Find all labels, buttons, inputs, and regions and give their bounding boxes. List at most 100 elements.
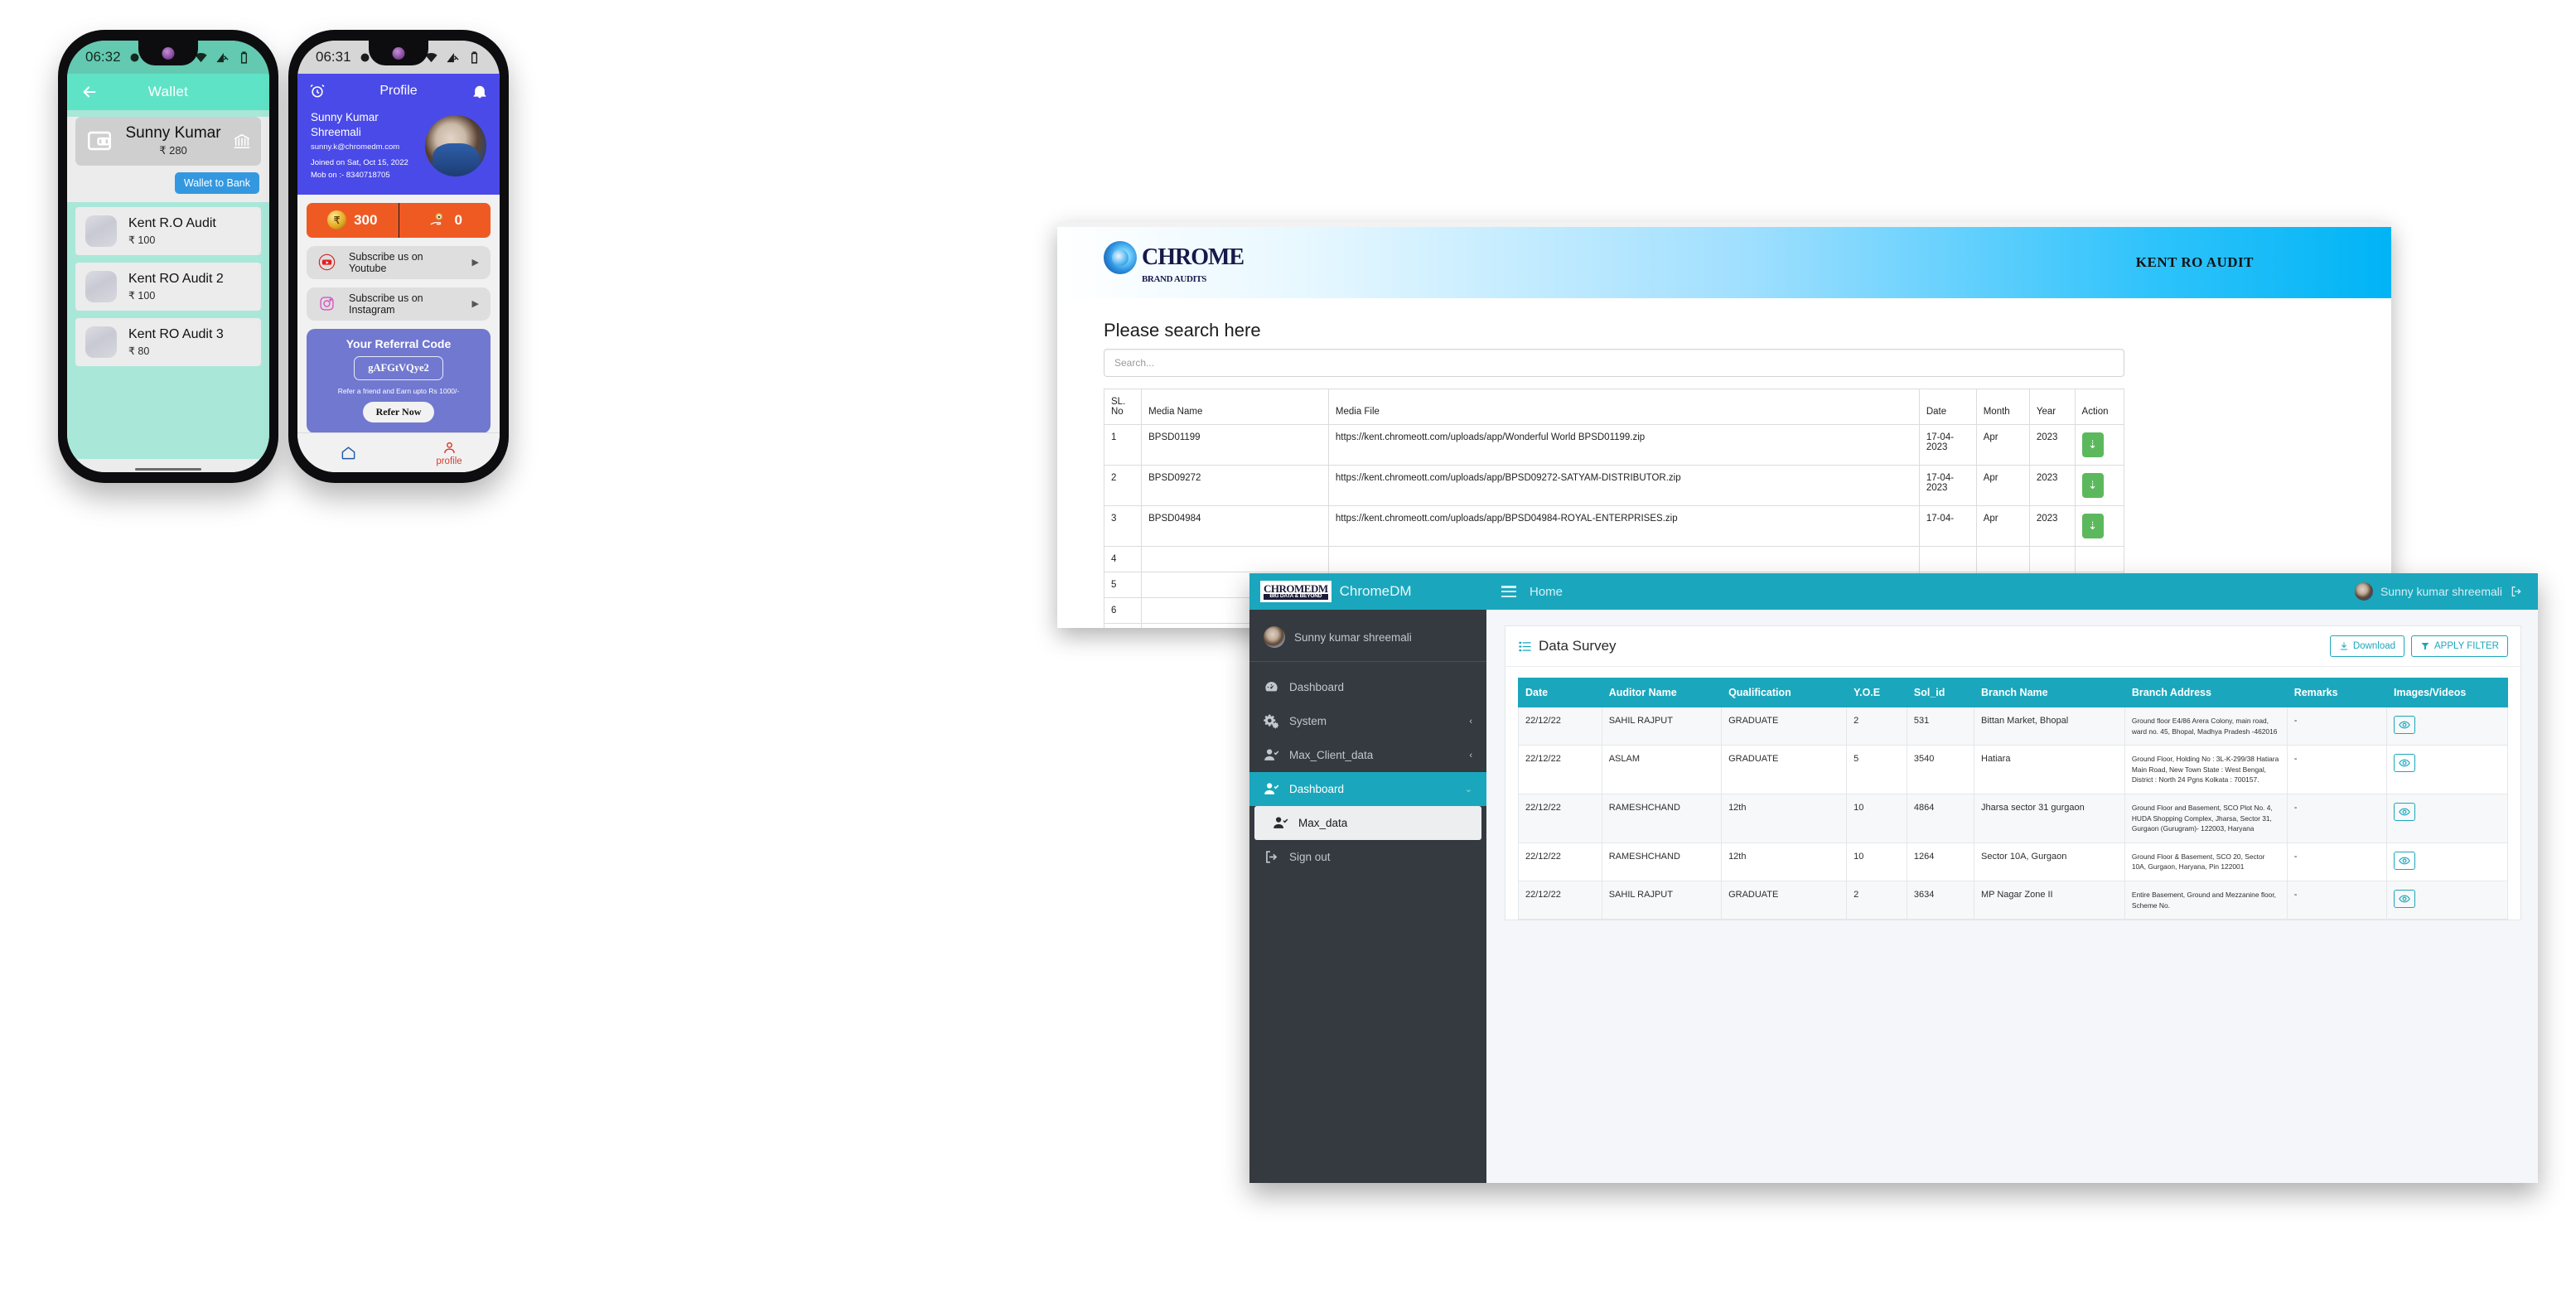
- user-check-icon: [1264, 749, 1279, 760]
- cell-branch-name: MP Nagar Zone II: [1974, 881, 2125, 920]
- profile-stats-bar: ₹ 300 0: [307, 202, 491, 238]
- menu-item-label: Subscribe us on Instagram: [349, 292, 423, 316]
- profile-user-name: Sunny Kumar Shreemali: [311, 111, 379, 139]
- list-item[interactable]: Kent R.O Audit ₹ 100: [75, 206, 261, 255]
- menu-item-instagram[interactable]: Subscribe us on Instagram ▶: [307, 287, 491, 321]
- cell-branch-name: Jharsa sector 31 gurgaon: [1974, 794, 2125, 843]
- dm-content: Data Survey Download APPLY FILTER Date A…: [1486, 610, 2538, 1183]
- cell-yoe: 5: [1846, 745, 1907, 795]
- cell-qualification: 12th: [1721, 842, 1848, 882]
- menu-item-youtube[interactable]: Subscribe us on Youtube ▶: [307, 245, 491, 279]
- bank-icon[interactable]: [233, 132, 251, 150]
- cell-date: 22/12/22: [1518, 842, 1602, 882]
- referral-code-card: Your Referral Code gAFGtVQye2 Refer a fr…: [307, 328, 491, 433]
- page-title: Data Survey: [1539, 638, 1617, 654]
- audit-site-header: CHROME BRAND AUDITS KENT RO AUDIT: [1057, 227, 2391, 298]
- cell-qualification: GRADUATE: [1721, 881, 1848, 920]
- sidebar-item-dashboard-active[interactable]: Dashboard ⌄: [1249, 772, 1486, 806]
- bottom-nav-profile[interactable]: profile: [399, 440, 500, 466]
- logo-row: CHROME: [1104, 241, 1245, 274]
- referral-code-value[interactable]: gAFGtVQye2: [354, 355, 443, 380]
- cell-sl: 3: [1103, 505, 1143, 547]
- cell-yoe: 2: [1846, 706, 1907, 746]
- col-date: Date: [1518, 678, 1602, 707]
- cell-images-videos: [2386, 881, 2508, 920]
- hamburger-icon[interactable]: [1501, 586, 1516, 597]
- sidebar-item-max-data[interactable]: Max_data: [1254, 806, 1481, 840]
- refer-now-button[interactable]: Refer Now: [362, 401, 435, 422]
- logo-mark-bottom: BIG DATA & BEYOND: [1264, 594, 1328, 600]
- dm-user-menu[interactable]: Sunny kumar shreemali: [2354, 582, 2523, 601]
- col-sl-no: SL. No: [1103, 389, 1143, 425]
- wallet-balance-card[interactable]: Sunny Kumar ₹ 280: [75, 117, 261, 166]
- sidebar-item-system[interactable]: System ‹: [1249, 704, 1486, 738]
- eye-icon[interactable]: [2394, 754, 2415, 773]
- coins-stat[interactable]: ₹ 300: [307, 202, 399, 238]
- sign-out-icon[interactable]: [2510, 585, 2523, 598]
- download-label: Download: [2352, 641, 2396, 651]
- avatar: [85, 270, 117, 302]
- rewards-stat[interactable]: 0: [399, 203, 491, 238]
- sidebar-item-max-client-data[interactable]: Max_Client_data ‹: [1249, 738, 1486, 772]
- cell-media-file-link[interactable]: [1327, 546, 1920, 572]
- download-button[interactable]: Download: [2329, 635, 2405, 657]
- cell-date: 17-04-2023: [1918, 465, 1977, 506]
- cell-branch-name: Hatiara: [1974, 745, 2125, 795]
- table-row: 22/12/22 SAHIL RAJPUT GRADUATE 2 531 Bit…: [1518, 706, 2508, 746]
- wallet-to-bank-button[interactable]: Wallet to Bank: [174, 171, 259, 194]
- eye-icon[interactable]: [2394, 803, 2415, 822]
- download-icon[interactable]: ⇣: [2081, 514, 2104, 538]
- list-item[interactable]: Kent RO Audit 2 ₹ 100: [75, 262, 261, 311]
- download-icon[interactable]: ⇣: [2081, 473, 2104, 498]
- cell-qualification: 12th: [1721, 794, 1848, 843]
- sidebar-item-label: Dashboard: [1289, 681, 1345, 693]
- eye-icon[interactable]: [2394, 851, 2415, 870]
- sidebar-item-dashboard[interactable]: Dashboard: [1249, 670, 1486, 704]
- cell-sl: 2: [1103, 465, 1143, 506]
- referral-title: Your Referral Code: [346, 336, 452, 350]
- eye-icon[interactable]: [2394, 890, 2415, 909]
- data-survey-card: Data Survey Download APPLY FILTER Date A…: [1505, 625, 2521, 921]
- audit-browser-window: CHROME BRAND AUDITS KENT RO AUDIT Please…: [1057, 222, 2391, 628]
- cell-remarks: -: [2286, 745, 2388, 795]
- avatar: [2354, 582, 2373, 601]
- cell-media-name: BPSD01199: [1141, 424, 1329, 466]
- sidebar-item-label: Sign out: [1289, 851, 1331, 863]
- chevron-right-icon: ▶: [471, 299, 479, 310]
- sidebar-item-sign-out[interactable]: Sign out: [1249, 840, 1486, 874]
- cell-action: ⇣: [2074, 424, 2125, 466]
- cell-sol-id: 531: [1906, 706, 1975, 746]
- cell-media-file-link[interactable]: https://kent.chromeott.com/uploads/app/B…: [1327, 505, 1920, 547]
- cell-action: ⇣: [2074, 505, 2125, 547]
- chevron-down-icon: ⌄: [1464, 785, 1472, 794]
- col-images-videos: Images/Videos: [2386, 678, 2508, 707]
- apply-filter-button[interactable]: APPLY FILTER: [2411, 635, 2508, 657]
- page-title: Profile: [379, 84, 418, 98]
- avatar: [85, 215, 117, 247]
- cell-date: 22/12/22: [1518, 794, 1602, 843]
- data-survey-card-header: Data Survey Download APPLY FILTER: [1505, 626, 2520, 667]
- search-input[interactable]: Search...: [1104, 349, 2124, 377]
- bottom-nav-profile-label: profile: [436, 456, 462, 466]
- wallet-phone-device: 06:32 Wallet Sunny Kumar ₹ 280 Wallet to…: [58, 30, 278, 483]
- list-item[interactable]: Kent RO Audit 3 ₹ 80: [75, 317, 261, 366]
- bottom-nav-home[interactable]: [297, 445, 399, 461]
- wallet-transaction-list: Kent R.O Audit ₹ 100 Kent RO Audit 2 ₹ 1…: [67, 202, 269, 366]
- cell-media-file-link[interactable]: https://kent.chromeott.com/uploads/app/B…: [1327, 465, 1920, 506]
- profile-user-mobile: Mob on :- 8340718705: [311, 171, 390, 181]
- wallet-top-sheet: Sunny Kumar ₹ 280 Wallet to Bank: [67, 117, 269, 202]
- cell-sl: 4: [1103, 546, 1143, 572]
- wallet-user-name: Sunny Kumar: [125, 124, 221, 142]
- cell-sl: 7: [1103, 623, 1143, 628]
- cell-remarks: -: [2286, 881, 2388, 920]
- eye-icon[interactable]: [2394, 716, 2415, 734]
- download-icon[interactable]: ⇣: [2081, 432, 2104, 457]
- table-row: 4: [1103, 546, 2125, 572]
- gauge-icon: [1265, 682, 1278, 692]
- signal-off-icon: [216, 52, 229, 62]
- sidebar-user[interactable]: Sunny kumar shreemali: [1249, 615, 1486, 662]
- breadcrumb[interactable]: Home: [1530, 585, 1563, 599]
- chrome-brand-audits-logo: CHROME BRAND AUDITS: [1104, 241, 1245, 284]
- cell-media-file-link[interactable]: https://kent.chromeott.com/uploads/app/W…: [1327, 424, 1920, 466]
- dm-logo-cell[interactable]: CHROMEDM BIG DATA & BEYOND ChromeDM: [1249, 573, 1486, 610]
